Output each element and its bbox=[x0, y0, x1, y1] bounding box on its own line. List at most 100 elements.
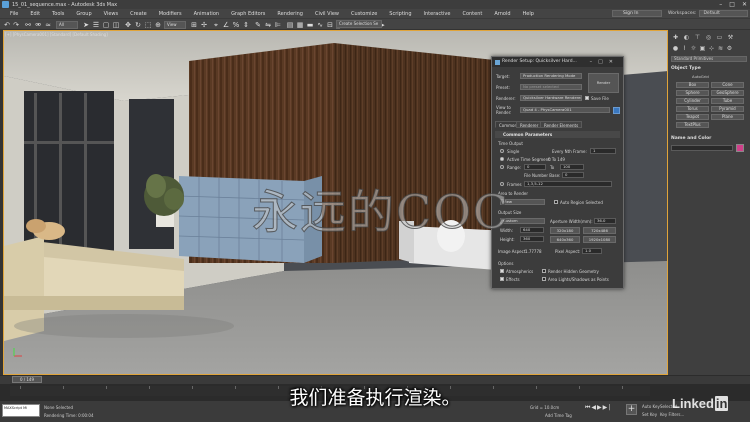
preset-1920x1080-button[interactable]: 1920x1080 bbox=[583, 236, 616, 243]
file-number-base-field[interactable]: 0 bbox=[562, 172, 584, 178]
place-icon[interactable]: ⊕ bbox=[154, 21, 162, 29]
link-icon[interactable]: ⚯ bbox=[24, 21, 32, 29]
cameras-icon[interactable]: ▣ bbox=[698, 44, 707, 53]
lock-view-icon[interactable] bbox=[613, 107, 620, 114]
workspaces-selector[interactable]: Workspaces: Default bbox=[668, 10, 748, 17]
cylinder-button[interactable]: Cylinder bbox=[676, 98, 709, 104]
renderer-dropdown[interactable]: Quicksilver Hardware Renderer bbox=[520, 95, 582, 101]
hierarchy-tab-icon[interactable]: ⊤ bbox=[693, 33, 702, 42]
menu-create[interactable]: Create bbox=[124, 11, 153, 17]
select-by-name-icon[interactable]: ☰ bbox=[92, 21, 100, 29]
object-name-field[interactable] bbox=[671, 145, 733, 151]
menu-customize[interactable]: Customize bbox=[345, 11, 383, 17]
modify-tab-icon[interactable]: ◐ bbox=[682, 33, 691, 42]
atmospherics-checkbox[interactable] bbox=[500, 269, 504, 273]
torus-button[interactable]: Torus bbox=[676, 106, 709, 112]
menu-file[interactable]: File bbox=[4, 11, 24, 17]
display-tab-icon[interactable]: ▭ bbox=[715, 33, 724, 42]
menu-content[interactable]: Content bbox=[456, 11, 488, 17]
window-crossing-icon[interactable]: ◫ bbox=[112, 21, 120, 29]
dialog-close-icon[interactable]: ✕ bbox=[609, 59, 619, 65]
name-color-header[interactable]: Name and Color bbox=[671, 136, 747, 141]
workspaces-dropdown[interactable]: Default bbox=[699, 10, 748, 17]
dialog-minimize-icon[interactable]: – bbox=[590, 59, 599, 65]
undo-icon[interactable]: ↶ bbox=[3, 21, 11, 29]
bind-spacewarp-icon[interactable]: ≈ bbox=[44, 21, 52, 29]
edit-named-sets-icon[interactable]: ✎ bbox=[254, 21, 262, 29]
range-radio[interactable] bbox=[500, 165, 504, 169]
menu-views[interactable]: Views bbox=[98, 11, 124, 17]
maximize-button[interactable]: □ bbox=[729, 1, 735, 8]
sphere-button[interactable]: Sphere bbox=[676, 90, 709, 96]
active-segment-radio[interactable] bbox=[500, 157, 504, 161]
tab-renderer[interactable]: Renderer bbox=[516, 121, 543, 128]
select-object-icon[interactable]: ➤ bbox=[82, 21, 90, 29]
viewport-label[interactable]: [+] [PhysCamera001] [Standard] [Default … bbox=[5, 32, 108, 37]
ribbon-toggle-icon[interactable]: ▬ bbox=[306, 21, 314, 29]
close-button[interactable]: ✕ bbox=[742, 1, 747, 8]
menu-civil-view[interactable]: Civil View bbox=[309, 11, 345, 17]
unlink-icon[interactable]: ⚮ bbox=[34, 21, 42, 29]
autogrid-checkbox[interactable]: AutoGrid bbox=[692, 74, 709, 79]
cone-button[interactable]: Cone bbox=[711, 82, 744, 88]
mirror-icon[interactable]: ⇋ bbox=[264, 21, 272, 29]
shapes-icon[interactable]: ⌇ bbox=[680, 44, 689, 53]
helpers-icon[interactable]: ⊹ bbox=[707, 44, 716, 53]
area-lights-checkbox[interactable] bbox=[542, 277, 546, 281]
select-manipulate-icon[interactable]: ✢ bbox=[200, 21, 208, 29]
snap-toggle-icon[interactable]: ⌖ bbox=[212, 21, 220, 29]
plane-button[interactable]: Plane bbox=[711, 114, 744, 120]
scene-explorer-icon[interactable]: ▤ bbox=[286, 21, 294, 29]
frames-field[interactable]: 1,3,5-12 bbox=[524, 181, 612, 187]
reference-coord-dropdown[interactable]: View bbox=[164, 21, 186, 29]
dialog-maximize-icon[interactable]: □ bbox=[598, 59, 609, 65]
spacewarps-icon[interactable]: ≋ bbox=[716, 44, 725, 53]
height-field[interactable]: 360 bbox=[520, 236, 544, 242]
render-button[interactable]: Render bbox=[588, 73, 619, 93]
tube-button[interactable]: Tube bbox=[711, 98, 744, 104]
preset-720x486-button[interactable]: 720x486 bbox=[583, 227, 616, 234]
preset-320x180-button[interactable]: 320x180 bbox=[550, 227, 580, 234]
pyramid-button[interactable]: Pyramid bbox=[711, 106, 744, 112]
menu-edit[interactable]: Edit bbox=[24, 11, 46, 17]
geometry-icon[interactable]: ● bbox=[671, 44, 680, 53]
minimize-button[interactable]: – bbox=[719, 1, 722, 8]
scale-icon[interactable]: ⬚ bbox=[144, 21, 152, 29]
add-time-tag-button[interactable]: Add Time Tag bbox=[545, 413, 572, 418]
target-dropdown[interactable]: Production Rendering Mode bbox=[520, 73, 582, 79]
menu-interactive[interactable]: Interactive bbox=[418, 11, 457, 17]
percent-snap-icon[interactable]: % bbox=[232, 21, 240, 29]
menu-graph-editors[interactable]: Graph Editors bbox=[225, 11, 271, 17]
render-hidden-checkbox[interactable] bbox=[542, 269, 546, 273]
range-to-field[interactable]: 100 bbox=[560, 164, 584, 170]
width-field[interactable]: 640 bbox=[520, 227, 544, 233]
common-parameters-header[interactable]: Common Parameters bbox=[495, 131, 620, 138]
spinner-snap-icon[interactable]: ⇕ bbox=[242, 21, 250, 29]
angle-snap-icon[interactable]: ∠ bbox=[222, 21, 230, 29]
object-type-header[interactable]: Object Type bbox=[671, 66, 747, 71]
preset-dropdown[interactable]: No preset selected bbox=[520, 84, 582, 90]
menu-scripting[interactable]: Scripting bbox=[383, 11, 417, 17]
lights-icon[interactable]: ☼ bbox=[689, 44, 698, 53]
rotate-icon[interactable]: ↻ bbox=[134, 21, 142, 29]
teapot-button[interactable]: Teapot bbox=[676, 114, 709, 120]
layer-explorer-icon[interactable]: ▦ bbox=[296, 21, 304, 29]
motion-tab-icon[interactable]: ◎ bbox=[704, 33, 713, 42]
menu-help[interactable]: Help bbox=[517, 11, 540, 17]
menu-modifiers[interactable]: Modifiers bbox=[153, 11, 188, 17]
pixel-aspect-field[interactable]: 1.0 bbox=[582, 248, 602, 254]
selection-filter-dropdown[interactable]: All bbox=[56, 21, 78, 29]
primitives-dropdown[interactable]: Standard Primitives bbox=[671, 56, 747, 62]
set-key-button[interactable]: Set Key bbox=[642, 412, 657, 417]
curve-editor-icon[interactable]: ∿ bbox=[316, 21, 324, 29]
schematic-view-icon[interactable]: ⊟ bbox=[326, 21, 334, 29]
geosphere-button[interactable]: GeoSphere bbox=[711, 90, 744, 96]
sign-in-button[interactable]: Sign In bbox=[612, 10, 662, 17]
menu-arnold[interactable]: Arnold bbox=[488, 11, 516, 17]
align-icon[interactable]: ⊫ bbox=[274, 21, 282, 29]
menu-animation[interactable]: Animation bbox=[188, 11, 226, 17]
box-button[interactable]: Box bbox=[676, 82, 709, 88]
key-filters-button[interactable]: Key Filters... bbox=[660, 412, 684, 417]
time-slider[interactable]: 0 / 149 bbox=[12, 376, 42, 383]
aperture-field[interactable]: 36.0 bbox=[594, 218, 616, 224]
